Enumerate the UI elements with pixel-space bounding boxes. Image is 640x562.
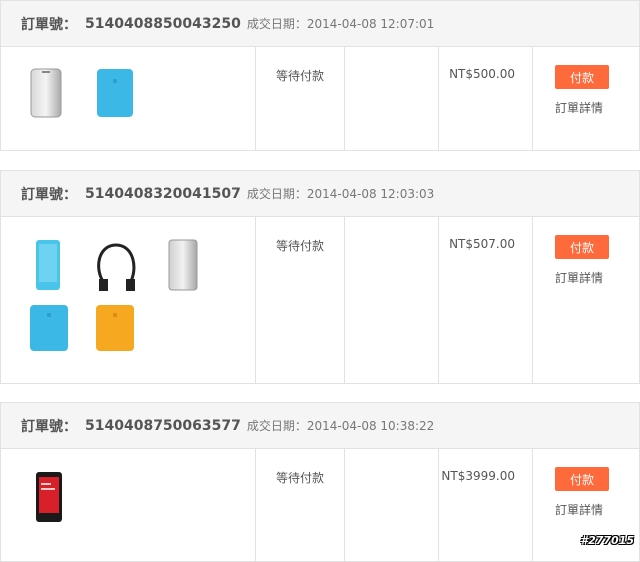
order-number: 5140408850043250 bbox=[85, 15, 241, 32]
price-cell: NT$500.00 bbox=[439, 47, 533, 150]
order-body: 等待付款 NT$507.00 付款 訂單詳情 bbox=[1, 217, 639, 383]
order-number: 5140408750063577 bbox=[85, 417, 241, 434]
order-price: NT$507.00 bbox=[449, 237, 515, 251]
order-detail-link[interactable]: 訂單詳情 bbox=[555, 269, 603, 286]
order-date: 成交日期：2014-04-08 10:38:22 bbox=[246, 419, 435, 433]
order-card: 訂單號： 5140408850043250 成交日期：2014-04-08 12… bbox=[0, 0, 640, 151]
order-number-label: 訂單號： bbox=[21, 186, 77, 203]
order-detail-link[interactable]: 訂單詳情 bbox=[555, 501, 603, 518]
order-date: 成交日期：2014-04-08 12:07:01 bbox=[246, 17, 435, 31]
order-status: 等待付款 bbox=[275, 471, 324, 485]
product-blue-power-bank[interactable] bbox=[94, 67, 136, 119]
status-cell: 等待付款 bbox=[256, 217, 345, 383]
product-usb-cable[interactable] bbox=[94, 239, 140, 293]
product-red-phone[interactable] bbox=[34, 471, 64, 523]
product-orange-power-bank[interactable] bbox=[94, 303, 136, 353]
pay-button[interactable]: 付款 bbox=[555, 235, 609, 259]
status-cell: 等待付款 bbox=[256, 47, 345, 150]
product-silver-power-bank[interactable] bbox=[167, 239, 199, 291]
order-status: 等待付款 bbox=[275, 239, 324, 253]
order-date: 成交日期：2014-04-08 12:03:03 bbox=[246, 187, 435, 201]
order-price: NT$500.00 bbox=[449, 67, 515, 81]
pay-button[interactable]: 付款 bbox=[555, 65, 609, 89]
order-detail-link[interactable]: 訂單詳情 bbox=[555, 99, 603, 116]
empty-cell bbox=[345, 217, 439, 383]
order-items bbox=[1, 449, 256, 561]
order-card: 訂單號： 5140408750063577 成交日期：2014-04-08 10… bbox=[0, 402, 640, 562]
price-cell: NT$507.00 bbox=[439, 217, 533, 383]
empty-cell bbox=[345, 449, 439, 561]
order-body: 等待付款 NT$500.00 付款 訂單詳情 bbox=[1, 47, 639, 150]
order-body: 等待付款 NT$3999.00 付款 訂單詳情 bbox=[1, 449, 639, 561]
order-number-label: 訂單號： bbox=[21, 16, 77, 33]
product-blue-phone-case[interactable] bbox=[34, 239, 62, 291]
product-blue-power-bank[interactable] bbox=[28, 303, 70, 353]
order-header: 訂單號： 5140408850043250 成交日期：2014-04-08 12… bbox=[1, 1, 639, 47]
order-number-label: 訂單號： bbox=[21, 418, 77, 435]
order-header: 訂單號： 5140408750063577 成交日期：2014-04-08 10… bbox=[1, 403, 639, 449]
order-header: 訂單號： 5140408320041507 成交日期：2014-04-08 12… bbox=[1, 171, 639, 217]
order-items bbox=[1, 47, 256, 150]
order-status: 等待付款 bbox=[275, 69, 324, 83]
pay-button[interactable]: 付款 bbox=[555, 467, 609, 491]
watermark: #277015 bbox=[580, 534, 634, 547]
order-price: NT$3999.00 bbox=[441, 469, 515, 483]
order-number: 5140408320041507 bbox=[85, 185, 241, 202]
order-card: 訂單號： 5140408320041507 成交日期：2014-04-08 12… bbox=[0, 170, 640, 384]
actions-cell: 付款 訂單詳情 bbox=[533, 47, 639, 150]
status-cell: 等待付款 bbox=[256, 449, 345, 561]
empty-cell bbox=[345, 47, 439, 150]
product-silver-power-bank[interactable] bbox=[28, 67, 64, 119]
actions-cell: 付款 訂單詳情 bbox=[533, 217, 639, 383]
price-cell: NT$3999.00 bbox=[439, 449, 533, 561]
order-items bbox=[1, 217, 256, 383]
